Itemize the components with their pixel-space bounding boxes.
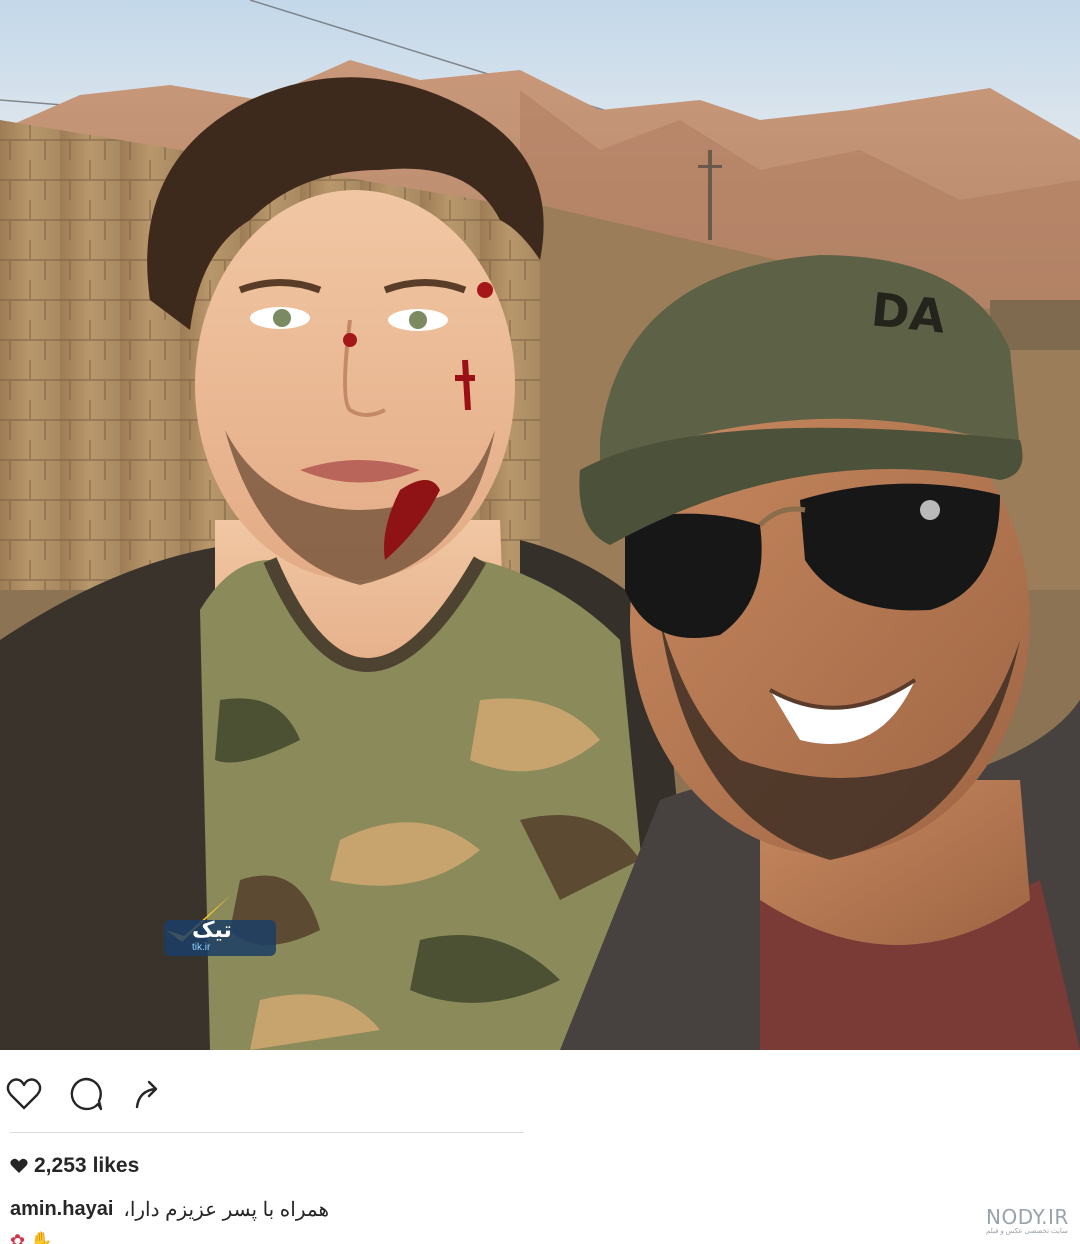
caption-text: همراه با پسر عزیزم دارا، (123, 1198, 329, 1221)
overlay-logo: تیک tik.ir (162, 890, 278, 960)
likes-row[interactable]: 2,253 likes (10, 1152, 139, 1180)
likes-count: 2,253 (34, 1154, 87, 1177)
hand-icon: ✋ (30, 1231, 53, 1244)
caption-second-line: ✿ ✋ ... ... ... (10, 1230, 330, 1244)
like-button[interactable] (4, 1070, 44, 1118)
post-action-bar (0, 1070, 300, 1122)
svg-text:DA: DA (869, 282, 948, 343)
divider (10, 1132, 524, 1133)
heart-outline-icon (6, 1078, 42, 1110)
logo-text: تیک (192, 918, 232, 943)
post-photo[interactable]: DA تیک tik.ir (0, 0, 1080, 1050)
likes-label: likes (92, 1154, 140, 1177)
site-watermark: NODY.IR سایت تخصصی عکس و فیلم (986, 1205, 1069, 1235)
username-link[interactable]: amin.hayai (10, 1198, 113, 1221)
watermark-brand: NODY.IR (986, 1205, 1069, 1229)
comment-bubble-icon (70, 1077, 103, 1111)
share-button[interactable] (128, 1070, 168, 1118)
watermark-subtitle: سایت تخصصی عکس و فیلم (986, 1228, 1068, 1235)
comment-button[interactable] (66, 1070, 106, 1118)
heart-filled-icon (10, 1158, 28, 1173)
caption-row: amin.hayai همراه با پسر عزیزم دارا، (10, 1194, 329, 1224)
flower-icon: ✿ (10, 1231, 26, 1244)
caption-line2-text: ... ... ... (57, 1231, 113, 1244)
logo-subtext: tik.ir (192, 942, 211, 953)
share-arrow-icon (135, 1080, 158, 1109)
